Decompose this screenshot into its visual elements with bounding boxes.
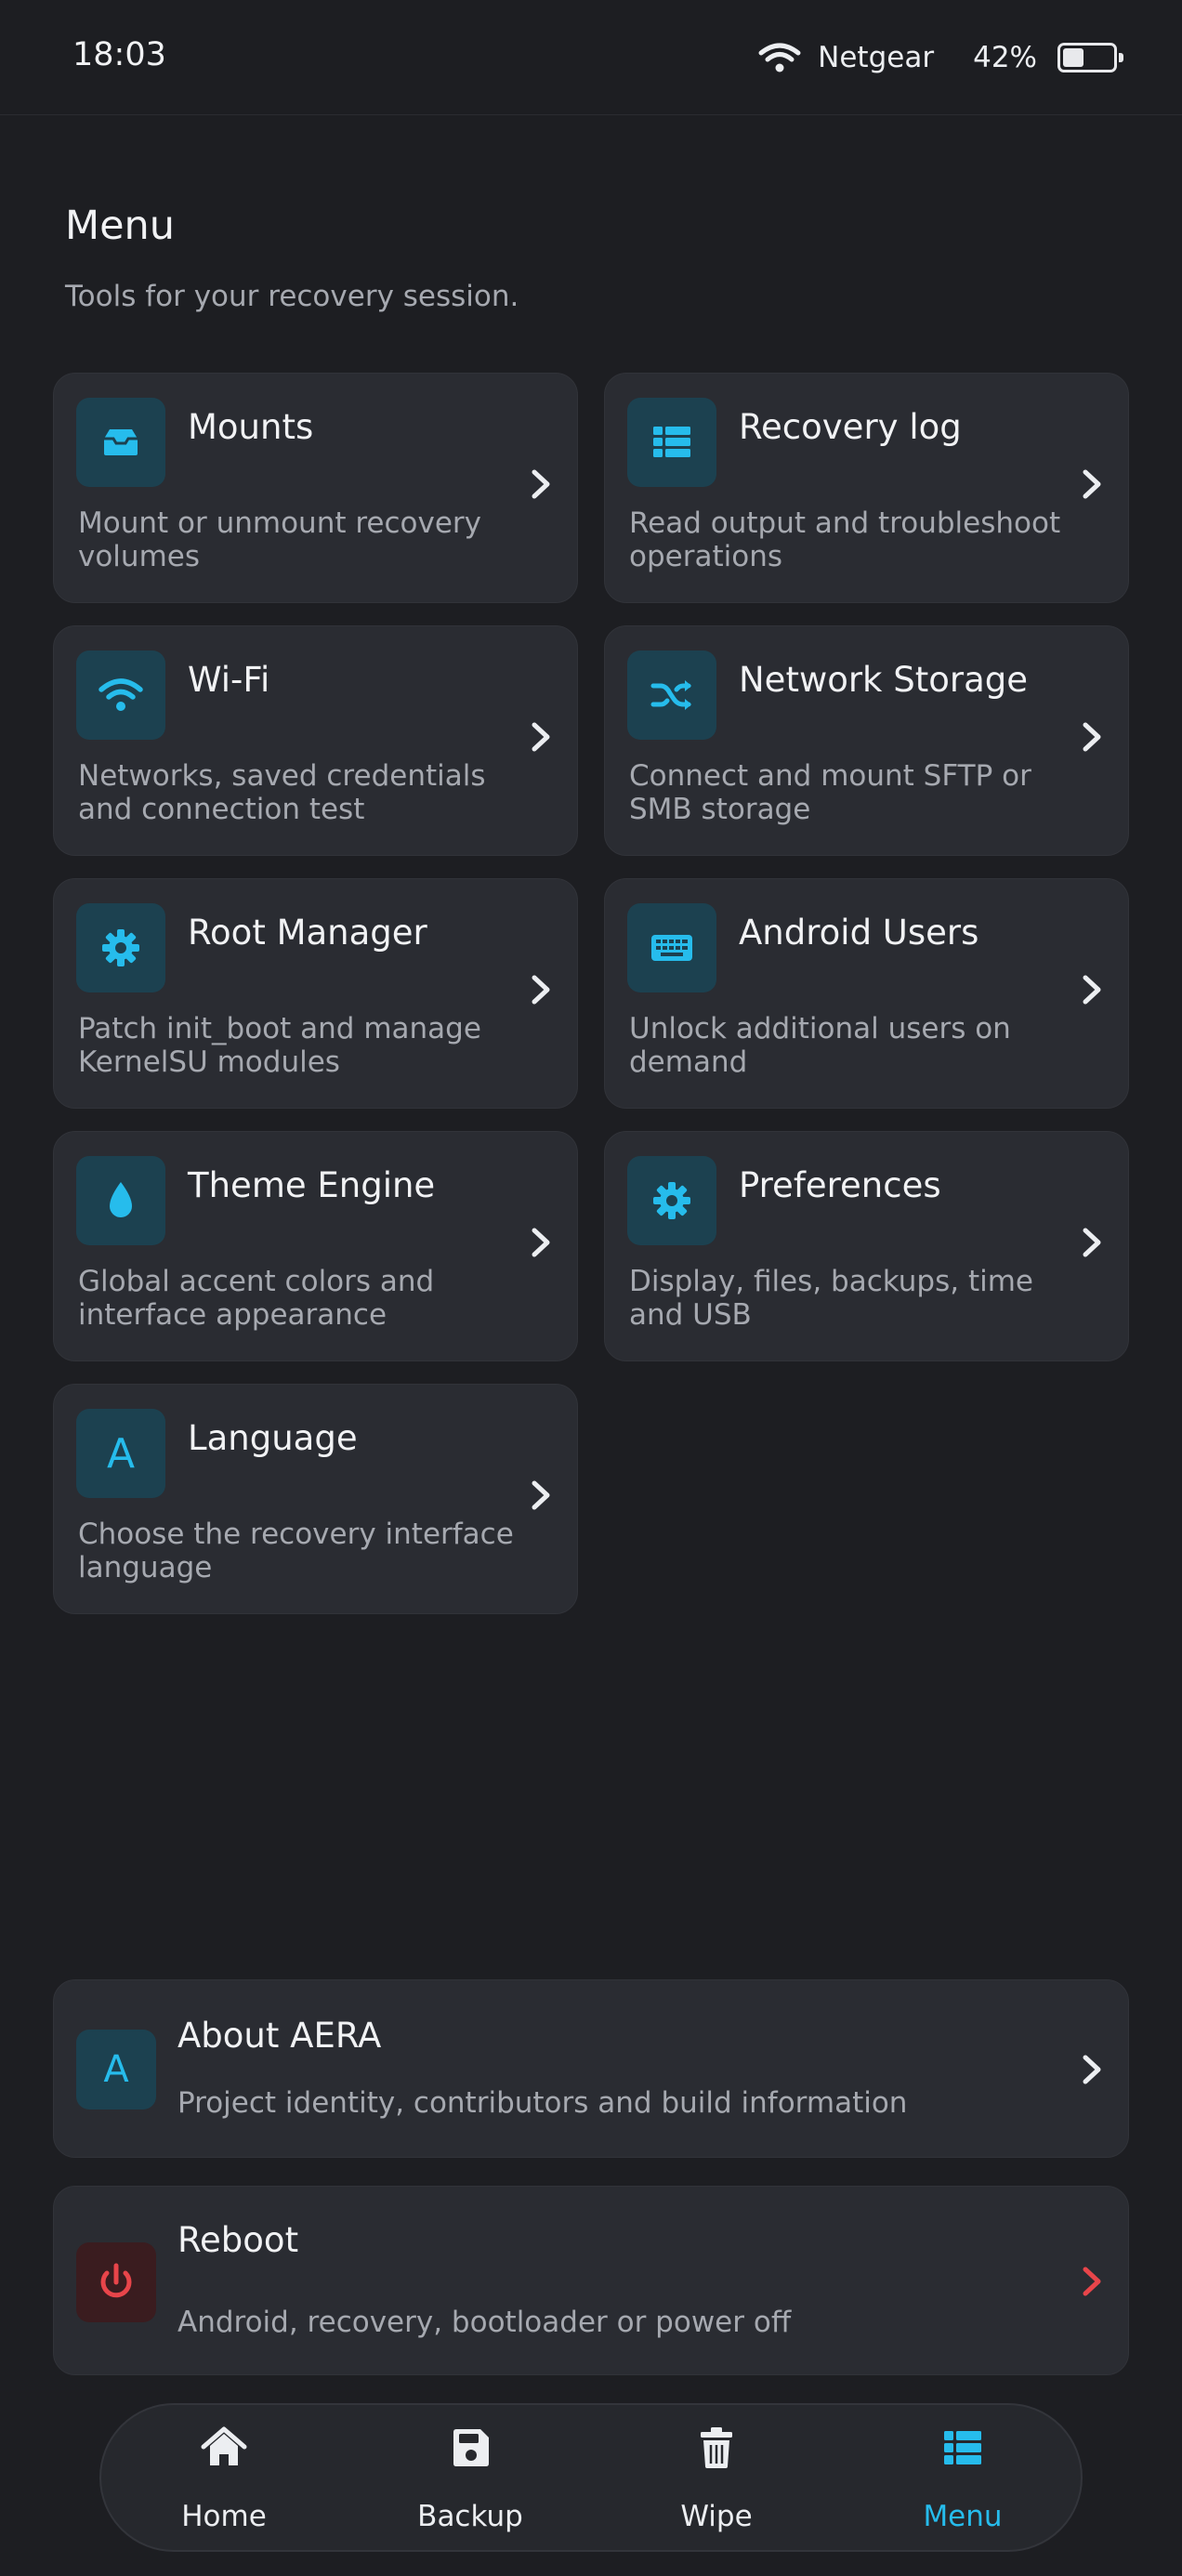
- status-bar: 18:03 Netgear 42%: [0, 0, 1182, 115]
- menu-card-preferences[interactable]: Preferences Display, files, backups, tim…: [604, 1131, 1129, 1361]
- bottom-navigation: Home Backup Wipe Menu: [99, 2403, 1083, 2552]
- battery-percent: 42%: [973, 41, 1037, 74]
- trash-icon: [701, 2427, 732, 2468]
- list-icon: [627, 398, 716, 487]
- nav-label-menu: Menu: [923, 2500, 1003, 2533]
- menu-card-network-storage[interactable]: Network Storage Connect and mount SFTP o…: [604, 625, 1129, 856]
- about-description: Project identity, contributors and build…: [177, 2086, 908, 2120]
- gear-icon: [627, 1156, 716, 1245]
- status-icons: Netgear 42%: [758, 35, 1123, 80]
- battery-icon: [1057, 43, 1123, 72]
- menu-card-theme-engine[interactable]: Theme Engine Global accent colors and in…: [53, 1131, 578, 1361]
- menu-card-language[interactable]: A Language Choose the recovery interface…: [53, 1384, 578, 1614]
- list-icon: [944, 2431, 981, 2464]
- chevron-right-icon: [1083, 722, 1101, 752]
- menu-card-recovery-log[interactable]: Recovery log Read output and troubleshoo…: [604, 373, 1129, 603]
- letter-a-icon: A: [76, 2030, 156, 2109]
- chevron-right-icon: [532, 975, 550, 1005]
- page-title: Menu: [65, 203, 176, 249]
- chevron-right-icon: [532, 1228, 550, 1257]
- wifi-signal-icon: [758, 43, 801, 72]
- about-card[interactable]: A About AERA Project identity, contribut…: [53, 1979, 1129, 2158]
- menu-card-mounts[interactable]: Mounts Mount or unmount recovery volumes: [53, 373, 578, 603]
- chevron-right-icon: [1083, 2055, 1101, 2084]
- menu-card-description: Mount or unmount recovery volumes: [78, 506, 481, 573]
- reboot-card[interactable]: Reboot Android, recovery, bootloader or …: [53, 2186, 1129, 2375]
- page-subtitle: Tools for your recovery session.: [65, 280, 519, 313]
- reboot-title: Reboot: [177, 2220, 299, 2260]
- menu-card-wifi[interactable]: Wi-Fi Networks, saved credentials and co…: [53, 625, 578, 856]
- menu-card-description: Display, files, backups, time and USB: [629, 1265, 1033, 1332]
- menu-card-title: Mounts: [188, 407, 314, 447]
- screen: 18:03 Netgear 42% Menu Tools for your re…: [0, 0, 1182, 2576]
- battery-level: [1063, 48, 1084, 67]
- chevron-right-icon: [1083, 2267, 1101, 2296]
- menu-card-description: Patch init_boot and manage KernelSU modu…: [78, 1012, 481, 1079]
- menu-card-description: Networks, saved credentials and connecti…: [78, 759, 486, 826]
- chevron-right-icon: [1083, 1228, 1101, 1257]
- menu-card-title: Android Users: [739, 913, 979, 953]
- about-icon-letter: A: [103, 2048, 129, 2091]
- droplet-icon: [76, 1156, 165, 1245]
- chevron-right-icon: [1083, 469, 1101, 499]
- menu-card-description: Global accent colors and interface appea…: [78, 1265, 435, 1332]
- chevron-right-icon: [1083, 975, 1101, 1005]
- nav-label-home: Home: [181, 2500, 267, 2533]
- nav-wipe[interactable]: Wipe: [624, 2405, 809, 2554]
- chevron-right-icon: [532, 469, 550, 499]
- wifi-icon: [76, 651, 165, 740]
- nav-menu[interactable]: Menu: [870, 2405, 1056, 2554]
- menu-card-root-manager[interactable]: Root Manager Patch init_boot and manage …: [53, 878, 578, 1109]
- menu-card-android-users[interactable]: Android Users Unlock additional users on…: [604, 878, 1129, 1109]
- menu-card-description: Connect and mount SFTP or SMB storage: [629, 759, 1031, 826]
- network-name: Netgear: [818, 41, 935, 74]
- clock: 18:03: [72, 36, 166, 73]
- letter-a-icon: A: [76, 1409, 165, 1498]
- menu-card-title: Root Manager: [188, 913, 427, 953]
- inbox-tray-icon: [76, 398, 165, 487]
- power-icon: [76, 2242, 156, 2322]
- home-icon: [201, 2426, 247, 2465]
- save-icon: [453, 2429, 489, 2466]
- menu-card-description: Unlock additional users on demand: [629, 1012, 1011, 1079]
- chevron-right-icon: [532, 722, 550, 752]
- menu-card-title: Recovery log: [739, 407, 962, 447]
- menu-card-title: Preferences: [739, 1165, 941, 1205]
- nav-label-wipe: Wipe: [680, 2500, 753, 2533]
- shuffle-icon: [627, 651, 716, 740]
- menu-card-title: Network Storage: [739, 660, 1029, 700]
- nav-backup[interactable]: Backup: [377, 2405, 563, 2554]
- menu-card-title: Wi-Fi: [188, 660, 270, 700]
- menu-card-description: Choose the recovery interface language: [78, 1518, 514, 1584]
- nav-home[interactable]: Home: [131, 2405, 317, 2554]
- gear-icon: [76, 903, 165, 992]
- nav-label-backup: Backup: [417, 2500, 523, 2533]
- chevron-right-icon: [532, 1480, 550, 1510]
- menu-card-title: Language: [188, 1418, 358, 1458]
- language-icon-letter: A: [106, 1429, 136, 1478]
- menu-card-title: Theme Engine: [188, 1165, 436, 1205]
- about-title: About AERA: [177, 2016, 382, 2056]
- reboot-description: Android, recovery, bootloader or power o…: [177, 2306, 792, 2339]
- keyboard-icon: [627, 903, 716, 992]
- menu-card-description: Read output and troubleshoot operations: [629, 506, 1061, 573]
